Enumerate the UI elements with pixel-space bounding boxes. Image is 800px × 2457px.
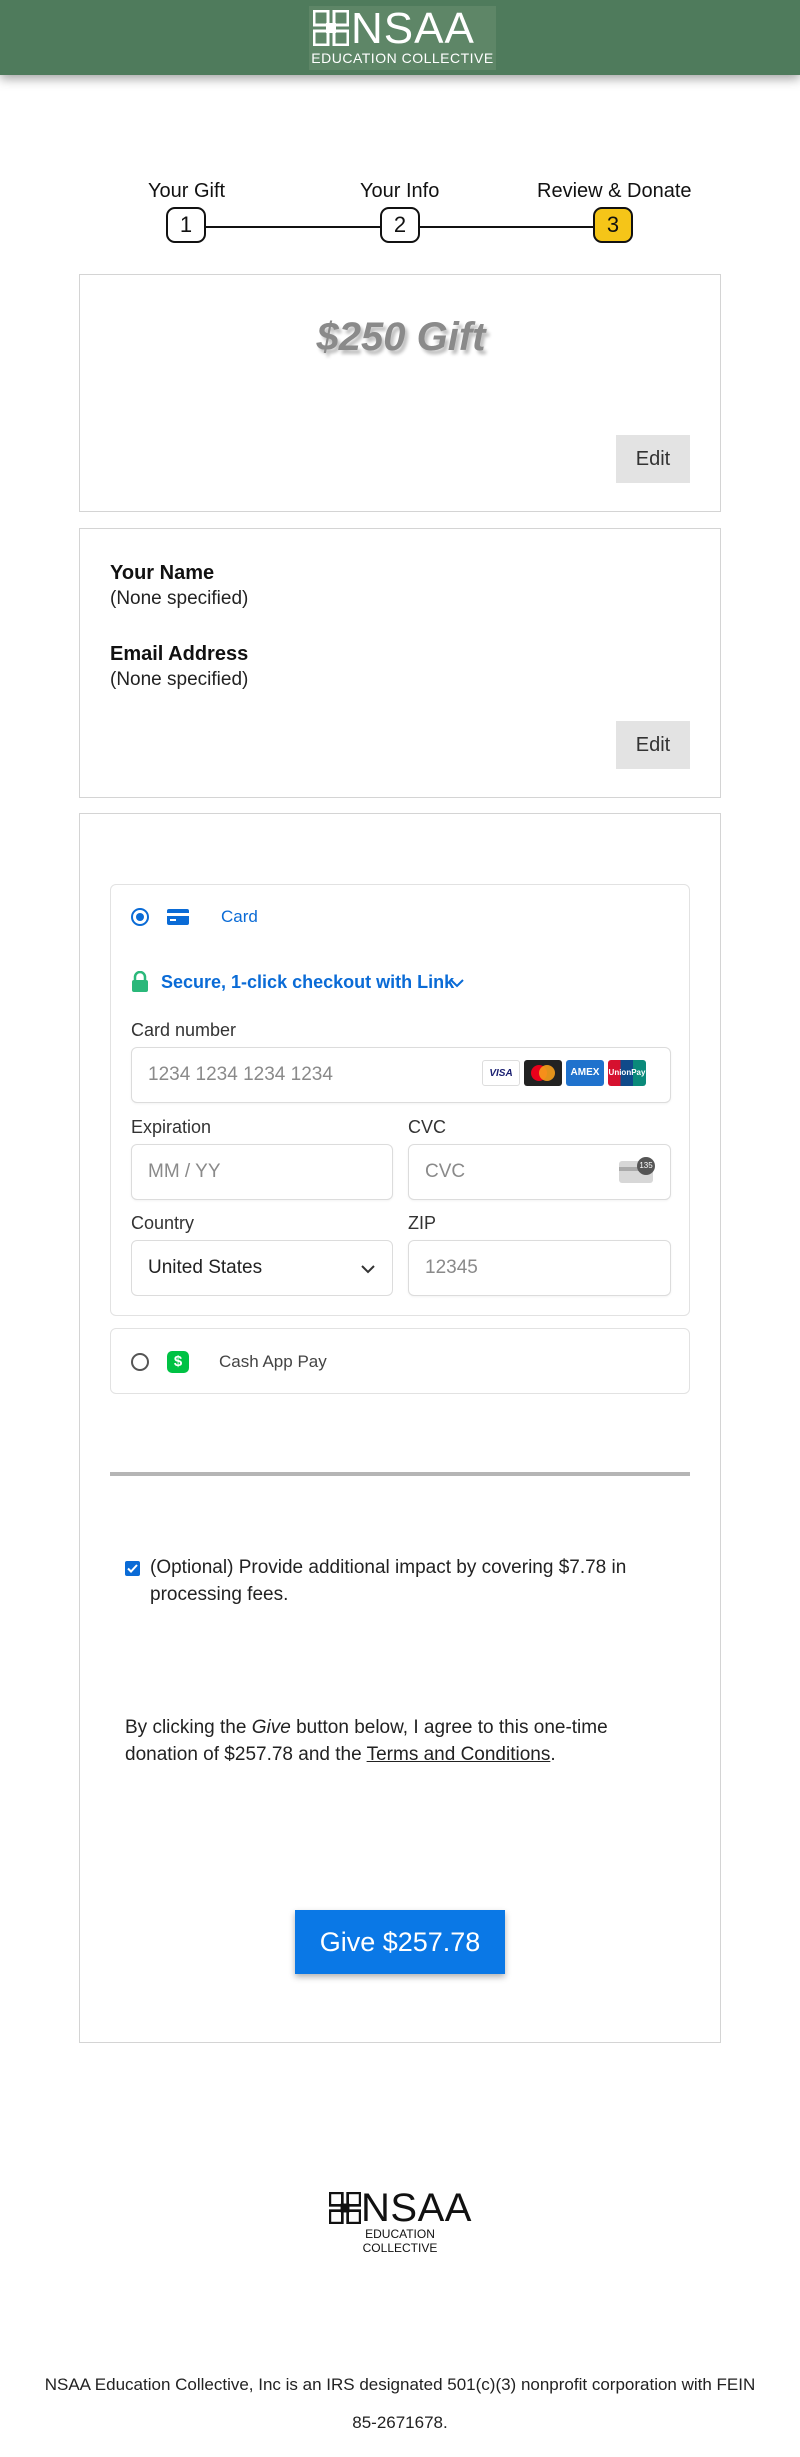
cvc-label: CVC [408, 1117, 447, 1137]
card-method-label[interactable]: Card [221, 907, 258, 927]
edit-gift-button[interactable]: Edit [616, 435, 690, 483]
expiration-label: Expiration [131, 1117, 212, 1137]
step-label-review-donate: Review & Donate [537, 180, 692, 202]
visa-icon: VISA [482, 1060, 520, 1086]
logo-mark-icon [329, 2192, 361, 2224]
amex-icon: AMEX [566, 1060, 604, 1086]
donor-info-card: Your Name (None specified) Email Address… [79, 528, 721, 798]
name-value: (None specified) [110, 588, 249, 609]
card-radio[interactable] [131, 908, 149, 926]
step-label-your-info: Your Info [360, 180, 440, 202]
mastercard-icon [524, 1060, 562, 1086]
credit-card-icon [167, 909, 189, 925]
footer-logo-wordmark: NSAA [361, 2186, 472, 2230]
zip-label: ZIP [408, 1213, 437, 1233]
cashapp-radio[interactable] [131, 1353, 149, 1371]
footer-nonprofit-text: NSAA Education Collective, Inc is an IRS… [44, 2375, 756, 2432]
cashapp-payment-option[interactable]: $ Cash App Pay [110, 1328, 690, 1394]
footer-logo[interactable]: NSAA EDUCATION COLLECTIVE [327, 2186, 473, 2255]
country-select[interactable]: United States [131, 1240, 393, 1296]
step-2-button[interactable]: 2 [380, 207, 420, 243]
checkmark-icon [127, 1564, 138, 1573]
footer-logo-subtitle: EDUCATION COLLECTIVE [362, 2227, 438, 2255]
give-button[interactable]: Give $257.78 [295, 1910, 505, 1974]
expiration-input[interactable] [131, 1144, 393, 1200]
card-payment-panel: Card Secure, 1-click checkout with Link … [110, 884, 690, 1316]
unionpay-icon: UnionPay [608, 1060, 646, 1086]
chevron-down-icon [361, 1265, 375, 1274]
step-1-button[interactable]: 1 [166, 207, 206, 243]
country-label: Country [131, 1213, 195, 1233]
cover-fees-checkbox[interactable] [125, 1561, 140, 1576]
progress-steps: Your Gift Your Info Review & Donate 1 2 … [0, 0, 800, 260]
name-label: Your Name [110, 562, 215, 584]
edit-info-button[interactable]: Edit [616, 721, 690, 769]
email-label: Email Address [110, 643, 249, 665]
email-value: (None specified) [110, 669, 249, 690]
cvc-badge: 135 [637, 1157, 655, 1175]
chevron-down-icon [450, 979, 464, 988]
step-3-button[interactable]: 3 [593, 207, 633, 243]
cvc-card-icon: 135 [619, 1157, 655, 1183]
step-label-your-gift: Your Gift [148, 180, 226, 202]
payment-card: Card Secure, 1-click checkout with Link … [79, 813, 721, 2043]
gift-amount: $250 Gift [316, 315, 486, 359]
cover-fees-text: (Optional) Provide additional impact by … [150, 1557, 627, 1605]
cashapp-icon: $ [167, 1351, 189, 1373]
link-checkout-text: Secure, 1-click checkout with Link [161, 972, 455, 992]
terms-link[interactable]: Terms and Conditions [367, 1744, 551, 1765]
gift-summary-card: $250 Gift Edit [79, 274, 721, 512]
cashapp-label: Cash App Pay [219, 1352, 327, 1371]
section-divider [110, 1472, 690, 1476]
agreement-suffix: . [550, 1744, 556, 1765]
card-number-label: Card number [131, 1020, 237, 1040]
agreement-text: By clicking the Give button below, I agr… [125, 1714, 685, 1768]
agreement-give-word: Give [251, 1717, 291, 1738]
country-value: United States [148, 1257, 263, 1278]
lock-icon [132, 971, 148, 992]
agreement-prefix: By clicking the [125, 1717, 252, 1738]
zip-input[interactable] [408, 1240, 671, 1296]
